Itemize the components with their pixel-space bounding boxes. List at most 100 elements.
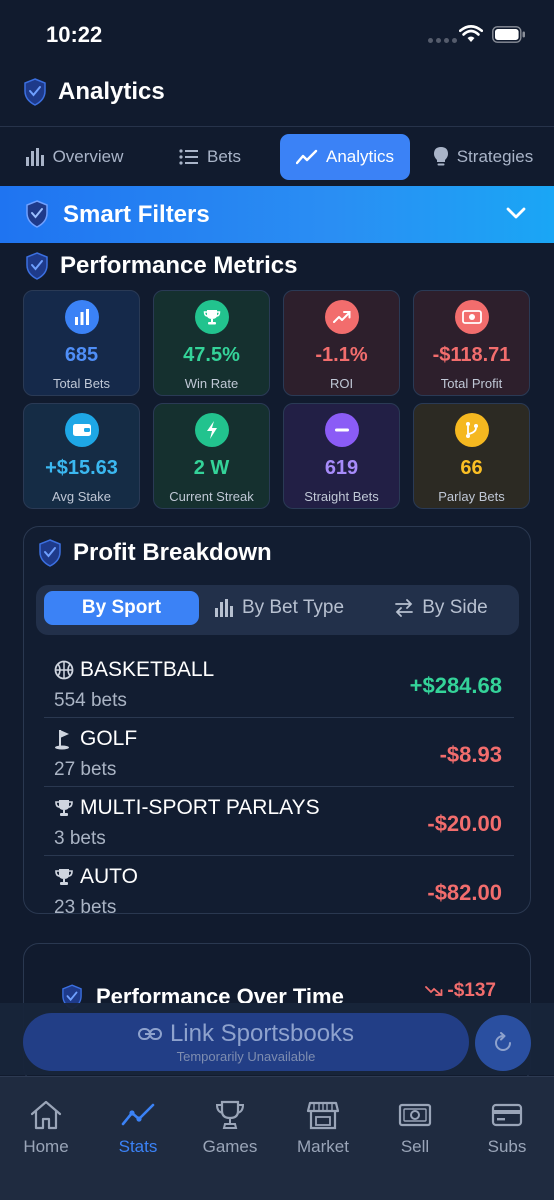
card-icon [491, 1103, 523, 1127]
metric-win-rate: 47.5% Win Rate [153, 290, 270, 396]
trend-down-icon [425, 986, 443, 996]
metric-straight-bets: 619 Straight Bets [283, 403, 400, 509]
metric-value: 66 [460, 457, 483, 479]
list-item[interactable]: BASKETBALL 554 bets +$284.68 [44, 649, 514, 718]
metric-parlay-bets: 66 Parlay Bets [413, 403, 530, 509]
smart-filters-label: Smart Filters [63, 201, 210, 228]
link-sportsbooks-bar: Link Sportsbooks Temporarily Unavailable [0, 1003, 554, 1075]
nav-stats-label: Stats [118, 1137, 158, 1156]
metric-roi: -1.1% ROI [283, 290, 400, 396]
performance-delta-value: -$137 [447, 980, 496, 1001]
profit-breakdown-title: Profit Breakdown [73, 539, 272, 566]
nav-stats[interactable]: Stats [92, 1099, 184, 1157]
page-title: Analytics [58, 78, 165, 105]
tab-bets-label: Bets [206, 147, 242, 166]
store-icon [306, 1101, 340, 1130]
trend-line-icon [295, 149, 318, 165]
sport-profit: -$20.00 [427, 811, 502, 836]
stats-icon [121, 1103, 155, 1126]
metric-label: Win Rate [184, 376, 239, 391]
tab-analytics-label: Analytics [325, 147, 395, 166]
trophy-icon [55, 869, 73, 885]
metric-avg-stake: +$15.63 Avg Stake [23, 403, 140, 509]
list-item[interactable]: GOLF 27 bets -$8.93 [44, 718, 514, 787]
nav-market[interactable]: Market [277, 1099, 369, 1157]
sport-name: AUTO [54, 865, 138, 889]
nav-subs[interactable]: Subs [461, 1099, 553, 1157]
sport-bet-count: 3 bets [54, 828, 106, 849]
tab-strategies[interactable]: Strategies [420, 134, 546, 180]
nav-games-label: Games [202, 1137, 258, 1156]
banknote-icon [398, 1103, 432, 1127]
nav-home-label: Home [23, 1137, 69, 1156]
subtab-by-side[interactable]: By Side [371, 591, 511, 625]
performance-metrics-title: Performance Metrics [60, 252, 298, 279]
link-sportsbooks-button[interactable]: Link Sportsbooks Temporarily Unavailable [23, 1013, 469, 1071]
nav-games[interactable]: Games [184, 1099, 276, 1157]
nav-home[interactable]: Home [0, 1099, 92, 1157]
money-icon [454, 300, 489, 334]
list-item[interactable]: MULTI-SPORT PARLAYS 3 bets -$20.00 [44, 787, 514, 856]
bar-chart-icon [25, 148, 44, 166]
sport-bet-count: 27 bets [54, 759, 117, 780]
metric-label: Current Streak [169, 489, 254, 504]
home-icon [30, 1100, 62, 1130]
metrics-grid: 685 Total Bets 47.5% Win Rate -1.1% ROI … [23, 290, 531, 509]
tab-strategies-label: Strategies [456, 147, 534, 166]
tab-analytics[interactable]: Analytics [280, 134, 410, 180]
subtab-by-bet-type-label: By Bet Type [241, 597, 345, 618]
metric-value: 47.5% [183, 344, 240, 366]
basketball-icon [54, 660, 74, 680]
sport-bet-count: 554 bets [54, 690, 127, 711]
metric-value: 619 [324, 457, 359, 479]
lightbulb-icon [433, 147, 448, 166]
shield-icon [24, 78, 46, 106]
link-sportsbooks-sub: Temporarily Unavailable [176, 1049, 316, 1064]
swap-icon [395, 599, 414, 617]
tab-bets[interactable]: Bets [160, 134, 260, 180]
metric-value: 2 W [193, 457, 230, 479]
battery-icon [492, 26, 525, 43]
status-bar: 10:22 [0, 0, 554, 62]
nav-market-label: Market [297, 1137, 349, 1156]
link-sportsbooks-main: Link Sportsbooks [137, 1020, 355, 1048]
bottom-nav: Home Stats Games Market Sell Subs [0, 1076, 554, 1200]
sport-name-text: GOLF [80, 727, 138, 750]
metric-value: 685 [64, 344, 99, 366]
subtab-by-sport[interactable]: By Sport [44, 591, 199, 625]
tab-bar: Overview Bets Analytics Strategies [0, 126, 554, 186]
performance-delta: -$137 [425, 980, 496, 1002]
link-icon [137, 1028, 162, 1040]
link-sportsbooks-label: Link Sportsbooks [169, 1020, 355, 1047]
sport-name-text: MULTI-SPORT PARLAYS [80, 796, 320, 819]
sport-profit: +$284.68 [409, 673, 502, 698]
nav-sell[interactable]: Sell [369, 1099, 461, 1157]
wallet-icon [64, 413, 99, 447]
status-time: 10:22 [46, 22, 103, 47]
breakdown-subtabs: By Sport By Bet Type By Side [36, 585, 519, 635]
sport-name: BASKETBALL [54, 658, 214, 682]
subtab-by-bet-type[interactable]: By Bet Type [204, 591, 354, 625]
metric-total-bets: 685 Total Bets [23, 290, 140, 396]
trophy-icon [215, 1100, 245, 1129]
chevron-down-icon[interactable] [505, 206, 527, 220]
metric-label: ROI [329, 376, 354, 391]
metric-value: -1.1% [315, 344, 368, 366]
metric-value: +$15.63 [45, 457, 118, 479]
metric-current-streak: 2 W Current Streak [153, 403, 270, 509]
list-item[interactable]: AUTO 23 bets -$82.00 [44, 856, 514, 913]
profit-breakdown-card: Profit Breakdown By Sport By Bet Type By… [23, 526, 531, 914]
shield-icon [26, 200, 48, 228]
bar-chart-icon [64, 300, 99, 334]
minus-icon [324, 413, 359, 447]
sport-list: BASKETBALL 554 bets +$284.68 GOLF 27 bet… [44, 649, 514, 913]
metric-total-profit: -$118.71 Total Profit [413, 290, 530, 396]
tab-overview-label: Overview [52, 147, 124, 166]
refresh-button[interactable] [475, 1015, 531, 1071]
shield-icon [39, 539, 61, 567]
metric-label: Total Bets [52, 376, 111, 391]
tab-overview[interactable]: Overview [10, 134, 138, 180]
signal-dots-icon [428, 38, 457, 43]
sport-name-text: BASKETBALL [80, 658, 215, 681]
smart-filters-bar[interactable]: Smart Filters [0, 186, 554, 243]
